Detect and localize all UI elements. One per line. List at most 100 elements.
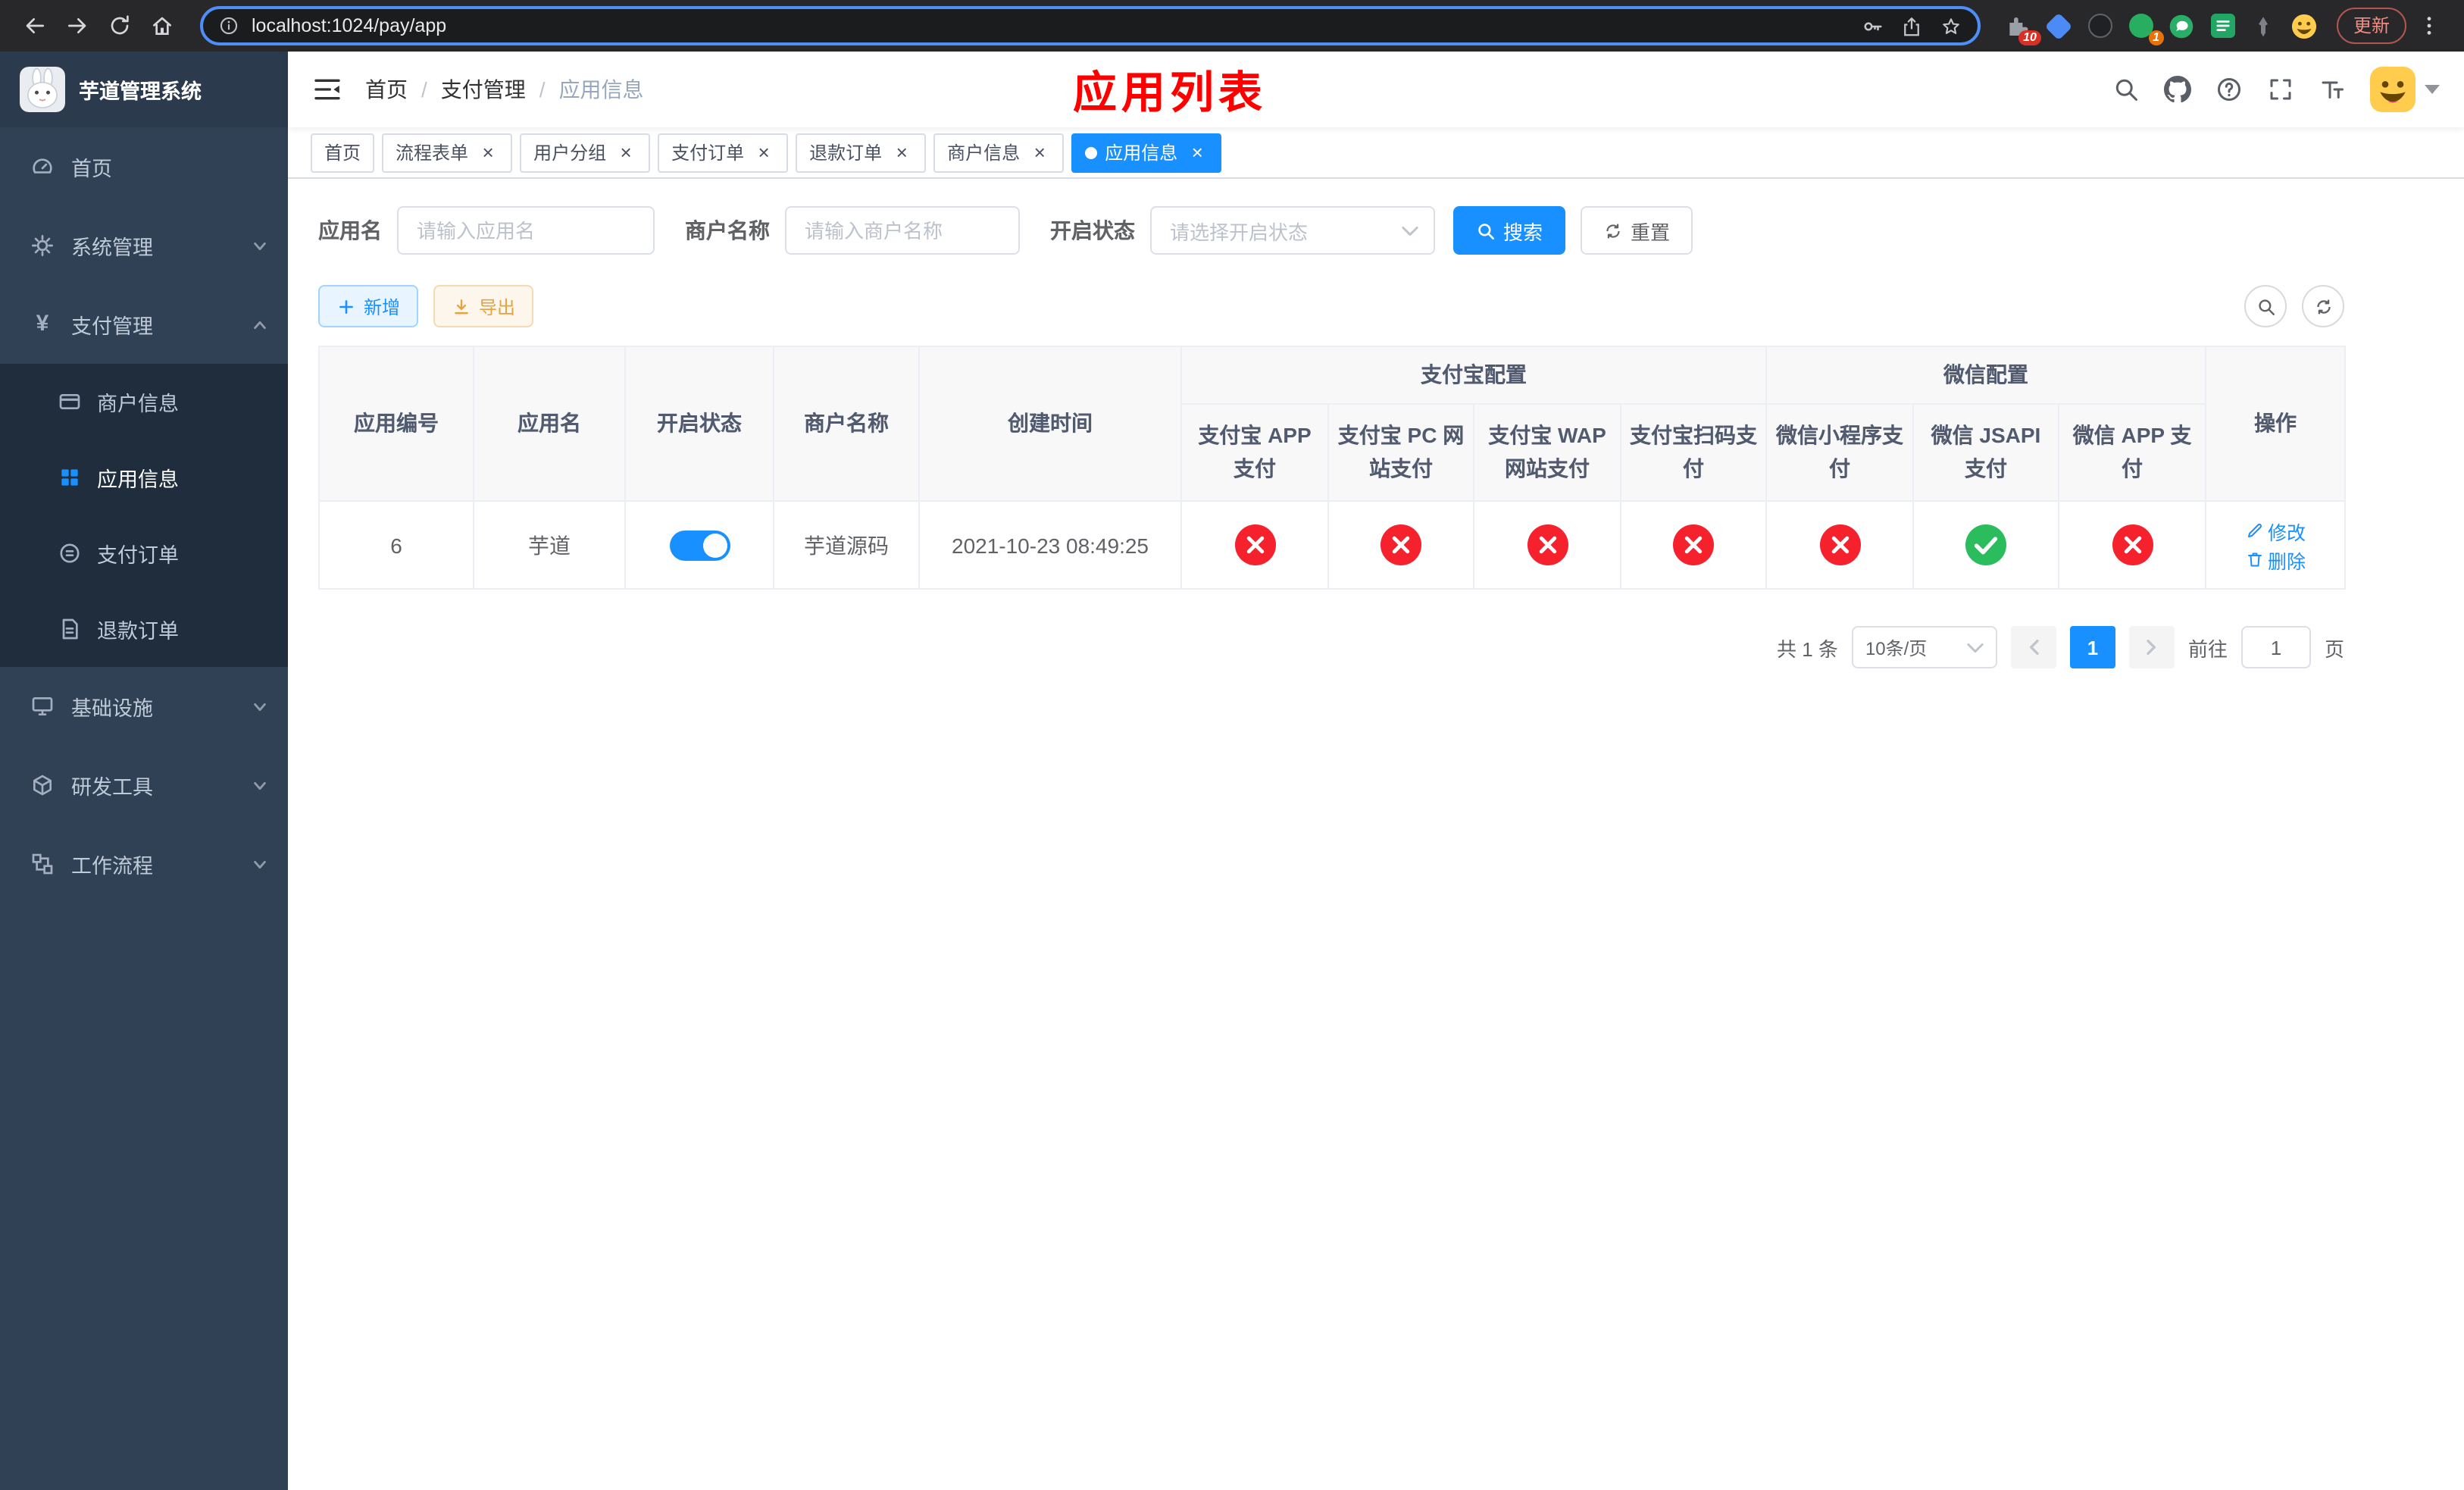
site-info-icon[interactable] <box>218 15 239 36</box>
browser-forward-button[interactable] <box>58 6 97 45</box>
page-title: 应用列表 <box>1072 70 1268 118</box>
sidebar-item-label: 首页 <box>71 158 112 180</box>
search-button[interactable]: 搜索 <box>1453 206 1566 255</box>
tab-close-icon[interactable]: × <box>1187 141 1208 163</box>
sidebar-item-workflow[interactable]: 工作流程 <box>0 825 288 903</box>
merchant-name-input[interactable] <box>785 206 1020 255</box>
status-close-icon <box>1819 524 1860 565</box>
breadcrumb-home[interactable]: 首页 <box>365 74 408 105</box>
delete-button[interactable]: 删除 <box>2245 545 2306 574</box>
goto-page-input[interactable] <box>2240 626 2311 668</box>
tags-view-item[interactable]: 流程表单 × <box>382 133 513 172</box>
extension-icon-7[interactable] <box>2250 12 2278 39</box>
sidebar-item-pay-order[interactable]: 支付订单 <box>0 515 288 591</box>
user-avatar-menu[interactable] <box>2370 67 2440 112</box>
browser-home-button[interactable] <box>142 6 182 45</box>
status-close-icon <box>1234 524 1275 565</box>
add-button-label: 新增 <box>364 296 401 318</box>
trash-icon <box>2247 552 2262 567</box>
cell-app-id: 6 <box>318 500 474 590</box>
extension-icon-2[interactable] <box>2045 11 2074 40</box>
add-button[interactable]: 新增 <box>318 285 419 327</box>
col-header-create-time: 创建时间 <box>918 346 1182 502</box>
kebab-menu-icon <box>2427 17 2431 35</box>
export-button[interactable]: 导出 <box>433 285 534 327</box>
extension-icon-1[interactable]: 10 <box>2005 12 2041 45</box>
browser-reload-button[interactable] <box>100 6 139 45</box>
status-close-icon <box>1673 524 1714 565</box>
tab-label: 支付订单 <box>671 142 745 164</box>
status-toggle[interactable] <box>669 530 730 560</box>
sidebar-item-refund-order[interactable]: 退款订单 <box>0 591 288 667</box>
status-close-icon <box>1527 524 1568 565</box>
tags-view-item[interactable]: 退款订单 × <box>796 133 927 172</box>
password-key-icon[interactable] <box>1861 14 1884 37</box>
navbar-actions <box>2112 67 2440 112</box>
tags-view-item[interactable]: 商户信息 × <box>933 133 1065 172</box>
gear-icon <box>32 235 53 256</box>
fullscreen-icon[interactable] <box>2267 76 2294 103</box>
browser-update-button[interactable]: 更新 <box>2336 8 2406 44</box>
tab-close-icon[interactable]: × <box>753 141 774 163</box>
download-icon <box>455 299 468 314</box>
bank-card-icon <box>59 394 80 409</box>
page-size-select[interactable]: 10条/页 <box>1851 626 1997 668</box>
address-bar[interactable]: localhost:1024/pay/app <box>200 6 1981 45</box>
prev-page-button[interactable] <box>2010 626 2056 668</box>
app-logo[interactable]: 芋道管理系统 <box>0 52 288 127</box>
search-icon <box>2258 299 2274 315</box>
extension-icon-8[interactable] <box>2291 12 2319 39</box>
document-icon <box>62 618 78 640</box>
chevron-up-icon <box>254 320 266 329</box>
header-search-icon[interactable] <box>2112 76 2140 103</box>
tab-label: 退款订单 <box>809 142 883 164</box>
status-select[interactable]: 请选择开启状态 <box>1150 206 1435 255</box>
tab-close-icon[interactable]: × <box>891 141 912 163</box>
browser-back-button[interactable] <box>15 6 55 45</box>
reset-button[interactable]: 重置 <box>1581 206 1693 255</box>
extension-icon-4[interactable]: 1 <box>2128 12 2164 45</box>
status-close-icon <box>1381 524 1421 565</box>
col-header-wechat-jsapi: 微信 JSAPI 支付 <box>1912 403 2059 502</box>
help-icon[interactable] <box>2215 76 2243 103</box>
tab-close-icon[interactable]: × <box>477 141 499 163</box>
sidebar-item-infrastructure[interactable]: 基础设施 <box>0 667 288 746</box>
browser-extensions: 10 1 <box>2005 11 2319 45</box>
edit-button[interactable]: 修改 <box>2245 516 2306 545</box>
sidebar-item-merchant-info[interactable]: 商户信息 <box>0 364 288 440</box>
next-page-button[interactable] <box>2128 626 2175 668</box>
toggle-search-button[interactable] <box>2244 285 2287 327</box>
sidebar-item-payment[interactable]: ¥ 支付管理 <box>0 285 288 364</box>
sidebar-fold-icon[interactable] <box>312 74 342 105</box>
tags-view-item[interactable]: 应用信息 × <box>1071 133 1222 172</box>
extension-icon-5[interactable] <box>2169 12 2196 39</box>
sidebar-item-system[interactable]: 系统管理 <box>0 206 288 285</box>
sidebar-item-app-info[interactable]: 应用信息 <box>0 440 288 515</box>
app-name-input[interactable] <box>397 206 655 255</box>
extension-icon-3[interactable] <box>2087 12 2114 39</box>
breadcrumb-section[interactable]: 支付管理 <box>441 74 526 105</box>
refresh-table-button[interactable] <box>2302 285 2344 327</box>
share-icon[interactable] <box>1900 14 1923 37</box>
font-size-icon[interactable] <box>2319 76 2346 103</box>
status-close-icon <box>2112 524 2153 565</box>
tags-view-item[interactable]: 首页 <box>311 133 375 172</box>
tags-view-item[interactable]: 支付订单 × <box>658 133 789 172</box>
tags-view-item[interactable]: 用户分组 × <box>520 133 651 172</box>
extension-icon-6[interactable] <box>2209 12 2237 39</box>
browser-menu-button[interactable] <box>2409 6 2449 45</box>
sidebar-item-home[interactable]: 首页 <box>0 127 288 206</box>
tab-close-icon[interactable]: × <box>1029 141 1050 163</box>
search-icon <box>1478 223 1495 239</box>
page-number-button[interactable]: 1 <box>2069 626 2115 668</box>
plus-icon <box>339 299 353 313</box>
col-header-app-name: 应用名 <box>473 346 626 502</box>
goto-suffix: 页 <box>2324 637 2344 660</box>
bookmark-star-icon[interactable] <box>1940 14 1962 37</box>
tab-close-icon[interactable]: × <box>615 141 636 163</box>
refresh-icon <box>1606 223 1620 238</box>
chevron-left-icon <box>2029 640 2039 655</box>
avatar <box>2370 67 2416 112</box>
sidebar-item-dev-tools[interactable]: 研发工具 <box>0 746 288 825</box>
github-icon[interactable] <box>2164 76 2191 103</box>
